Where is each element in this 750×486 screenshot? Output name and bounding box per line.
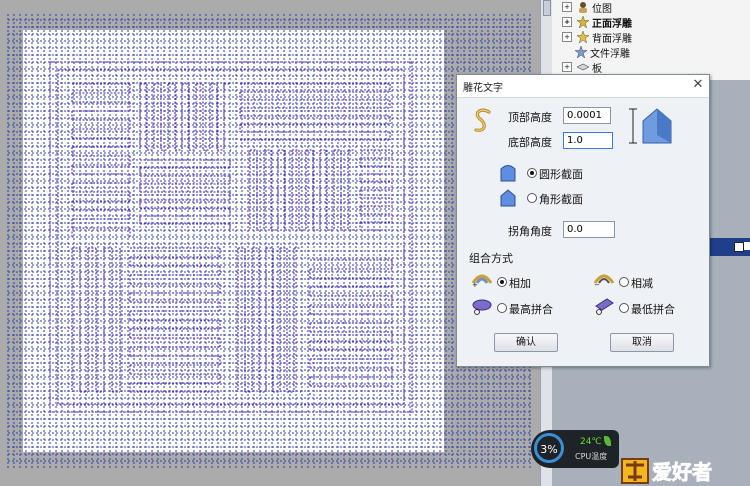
cpu-usage-ring: 3% xyxy=(534,433,564,463)
combine-subtract-icon: − xyxy=(593,274,615,287)
layer-item-file-relief[interactable]: 文件浮雕 xyxy=(575,45,630,60)
round-section-radio[interactable] xyxy=(527,168,537,178)
dialog-title: 雕花文字 xyxy=(463,83,503,94)
highest-merge-label: 最高拼合 xyxy=(509,303,553,316)
combine-mode-label: 组合方式 xyxy=(469,252,513,265)
expand-toggle[interactable]: + xyxy=(562,17,572,27)
expand-toggle[interactable]: + xyxy=(562,32,572,42)
highest-merge-radio[interactable] xyxy=(497,303,507,313)
round-section-label: 圆形截面 xyxy=(539,168,583,181)
combine-add-icon: + xyxy=(471,274,493,287)
layer-label: 背面浮雕 xyxy=(592,33,632,45)
layer-item-board[interactable]: + 板 xyxy=(562,60,602,75)
panel-header-bar[interactable] xyxy=(708,238,750,256)
panel-pin-icon[interactable] xyxy=(734,242,744,252)
cancel-button[interactable]: 取消 xyxy=(610,333,674,352)
layer-item-back-relief[interactable]: + 背面浮雕 xyxy=(562,30,632,45)
lowest-merge-radio[interactable] xyxy=(619,303,629,313)
ok-button[interactable]: 确认 xyxy=(494,333,558,352)
layers-panel: + 位图 + 正面浮雕 + 背面浮雕 文件浮雕 + 板 xyxy=(552,0,750,80)
combine-subtract-label: 相减 xyxy=(631,277,653,290)
angle-section-label: 角形截面 xyxy=(539,193,583,206)
leaf-icon xyxy=(604,436,611,446)
lowest-merge-icon xyxy=(595,298,614,315)
swirl-s-icon xyxy=(474,108,491,132)
scrollbar-thumb[interactable] xyxy=(543,0,551,16)
board-icon xyxy=(577,63,589,71)
expand-toggle[interactable]: + xyxy=(562,62,572,72)
angle-section-icon xyxy=(500,189,516,207)
relief-star-icon xyxy=(577,31,589,43)
lowest-merge-label: 最低拼合 xyxy=(631,303,675,316)
layer-item-front-relief[interactable]: + 正面浮雕 xyxy=(562,15,632,30)
height-diagram-icon xyxy=(629,108,672,144)
layer-label: 正面浮雕 xyxy=(592,18,632,30)
layer-item-bitmap[interactable]: + 位图 xyxy=(562,0,612,15)
bottom-height-label: 底部高度 xyxy=(508,136,552,149)
expand-toggle[interactable]: + xyxy=(562,2,572,12)
carved-text-dialog: 雕花文字 ✕ 顶部高度 底部高度 圆形截面 角形截面 拐角角度 组合方式 + 相… xyxy=(456,74,710,367)
dialog-titlebar[interactable]: 雕花文字 ✕ xyxy=(457,75,709,98)
cpu-temperature-caption: CPU温度 xyxy=(575,452,608,461)
highest-merge-icon xyxy=(472,299,492,315)
relief-star-icon xyxy=(575,46,587,58)
angle-section-radio[interactable] xyxy=(527,193,537,203)
combine-subtract-radio[interactable] xyxy=(619,277,629,287)
layer-label: 板 xyxy=(592,63,602,75)
svg-text:+: + xyxy=(472,281,478,287)
corner-angle-label: 拐角角度 xyxy=(508,225,552,238)
panel-dropdown-icon[interactable] xyxy=(744,242,750,250)
logo-text: 爱好者 xyxy=(652,460,712,484)
top-height-label: 顶部高度 xyxy=(508,111,552,124)
svg-text:−: − xyxy=(594,281,600,287)
layer-label: 位图 xyxy=(592,3,612,15)
person-icon xyxy=(579,2,587,13)
round-section-icon xyxy=(500,165,516,182)
cpu-monitor-widget[interactable]: 3% 24℃ CPU温度 xyxy=(531,430,619,468)
cpu-temperature: 24℃ xyxy=(580,437,602,447)
bottom-height-input[interactable] xyxy=(563,132,613,149)
top-height-input[interactable] xyxy=(563,107,611,124)
combine-add-label: 相加 xyxy=(509,277,531,290)
layer-label: 文件浮雕 xyxy=(590,48,630,60)
corner-angle-input[interactable] xyxy=(563,221,615,238)
combine-add-radio[interactable] xyxy=(497,277,507,287)
close-icon[interactable]: ✕ xyxy=(690,77,706,93)
cpu-usage-percent: 3% xyxy=(540,443,558,456)
site-watermark-logo: 爱好者 xyxy=(621,458,712,484)
relief-star-icon xyxy=(577,16,589,28)
